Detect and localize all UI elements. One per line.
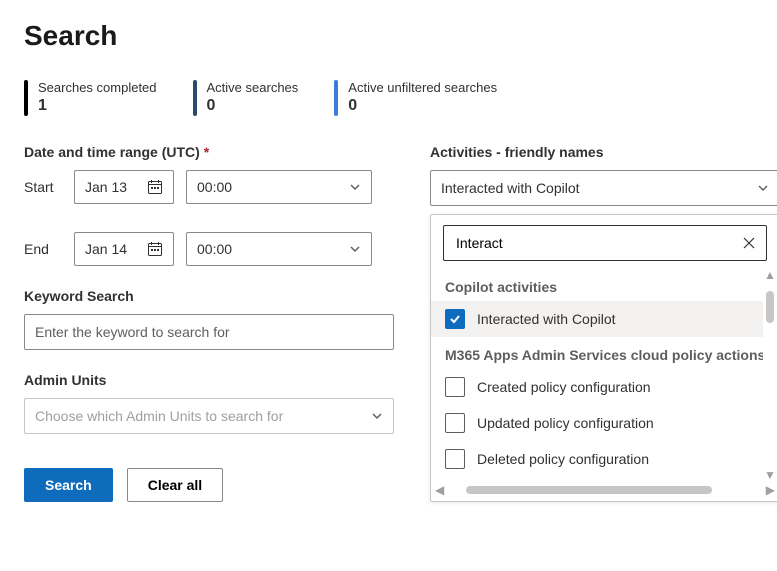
scrollbar-track[interactable] [448,486,762,494]
activities-label: Activities - friendly names [430,144,777,160]
calendar-icon [147,241,163,257]
scrollbar-track[interactable] [766,281,774,469]
end-time-input[interactable]: 00:00 [186,232,372,266]
keyword-input[interactable] [24,314,394,350]
activities-list: Copilot activities Interacted with Copil… [431,269,777,481]
activities-group-header: Copilot activities [431,269,763,301]
stats-row: Searches completed 1 Active searches 0 A… [24,80,753,116]
checkbox-icon [445,377,465,397]
stat-bar [334,80,338,116]
activities-group-header: M365 Apps Admin Services cloud policy ac… [431,337,763,369]
start-date-input[interactable]: Jan 13 [74,170,174,204]
scroll-right-icon[interactable]: ▶ [766,483,775,497]
scroll-left-icon[interactable]: ◀ [435,483,444,497]
activity-item-created-policy[interactable]: Created policy configuration [431,369,763,405]
end-date-value: Jan 14 [85,241,127,257]
start-time-input[interactable]: 00:00 [186,170,372,204]
stat-value: 0 [348,97,497,115]
chevron-down-icon [349,181,361,193]
start-date-value: Jan 13 [85,179,127,195]
search-button[interactable]: Search [24,468,113,502]
date-range-label: Date and time range (UTC) * [24,144,394,160]
stat-label: Active searches [207,80,299,95]
vertical-scrollbar[interactable]: ▲ ▼ [763,269,777,481]
stat-label: Active unfiltered searches [348,80,497,95]
activity-item-interacted-copilot[interactable]: Interacted with Copilot [431,301,763,337]
clear-all-button[interactable]: Clear all [127,468,223,502]
scrollbar-thumb[interactable] [466,486,712,494]
stat-active-searches: Active searches 0 [193,80,299,116]
start-time-value: 00:00 [197,179,232,195]
page-title: Search [24,20,753,52]
stat-searches-completed: Searches completed 1 [24,80,157,116]
activities-search[interactable] [443,225,767,261]
activity-item-label: Created policy configuration [477,379,651,395]
keyword-label: Keyword Search [24,288,394,304]
activity-item-label: Updated policy configuration [477,415,654,431]
scroll-up-icon[interactable]: ▲ [764,269,776,281]
checkbox-icon [445,449,465,469]
close-icon[interactable] [742,236,756,250]
activities-select[interactable]: Interacted with Copilot [430,170,777,206]
checkbox-icon [445,413,465,433]
activity-item-label: Deleted policy configuration [477,451,649,467]
end-time-value: 00:00 [197,241,232,257]
activity-item-label: Interacted with Copilot [477,311,616,327]
activities-selected-value: Interacted with Copilot [441,180,580,196]
chevron-down-icon [371,410,383,422]
activities-dropdown: Copilot activities Interacted with Copil… [430,214,777,502]
stat-bar [24,80,28,116]
required-marker: * [204,144,209,160]
chevron-down-icon [757,182,769,194]
checkbox-icon [445,309,465,329]
calendar-icon [147,179,163,195]
activity-item-updated-policy[interactable]: Updated policy configuration [431,405,763,441]
date-range-text: Date and time range (UTC) [24,144,200,160]
scrollbar-thumb[interactable] [766,291,774,323]
stat-label: Searches completed [38,80,157,95]
end-date-input[interactable]: Jan 14 [74,232,174,266]
admin-units-label: Admin Units [24,372,394,388]
admin-units-select[interactable]: Choose which Admin Units to search for [24,398,394,434]
scroll-down-icon[interactable]: ▼ [764,469,776,481]
chevron-down-icon [349,243,361,255]
stat-value: 1 [38,97,157,115]
horizontal-scrollbar[interactable]: ◀ ▶ [431,481,777,499]
start-label: Start [24,179,62,195]
activities-search-input[interactable] [454,234,742,252]
stat-bar [193,80,197,116]
stat-active-unfiltered: Active unfiltered searches 0 [334,80,497,116]
admin-units-placeholder: Choose which Admin Units to search for [35,408,283,424]
end-label: End [24,241,62,257]
stat-value: 0 [207,97,299,115]
activity-item-deleted-policy[interactable]: Deleted policy configuration [431,441,763,477]
